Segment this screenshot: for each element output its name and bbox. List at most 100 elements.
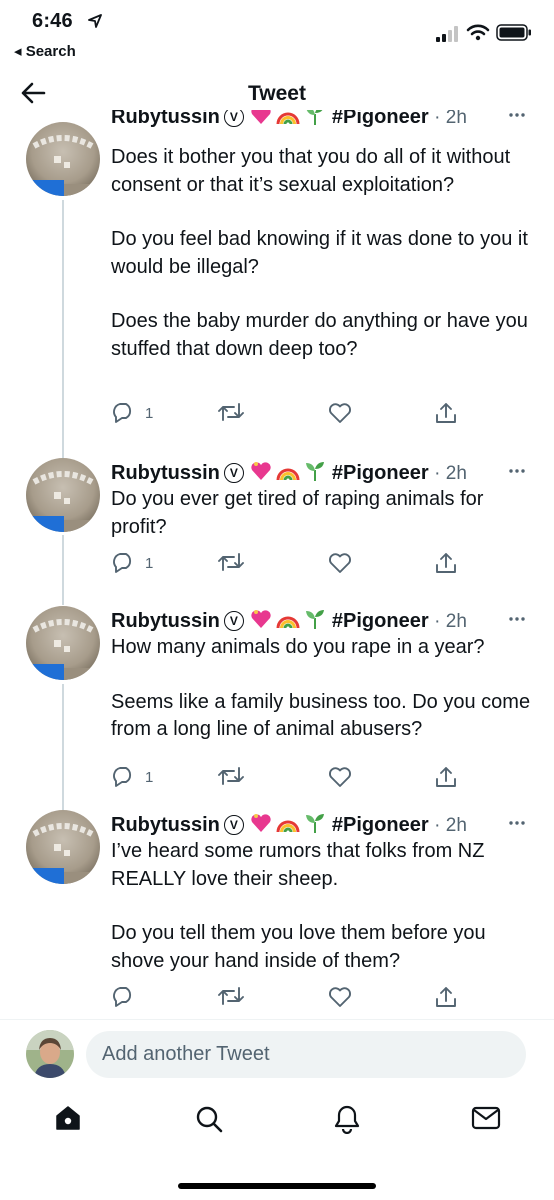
retweet-icon	[218, 987, 244, 1005]
home-indicator[interactable]	[178, 1183, 376, 1189]
like-button[interactable]	[328, 766, 352, 788]
messages-icon[interactable]	[471, 1104, 501, 1132]
tweet-header: Rubytussin V #Pigoneer · 2h	[111, 110, 541, 132]
emoji-group	[250, 110, 326, 135]
like-button[interactable]	[328, 402, 352, 424]
share-icon	[436, 987, 456, 1007]
rainbow-icon	[276, 820, 300, 833]
share-button[interactable]	[435, 986, 457, 1008]
tweet-header: Rubytussin V #Pigoneer · 2h	[111, 606, 541, 636]
like-icon	[329, 987, 351, 1007]
vegan-badge: V	[223, 463, 244, 483]
like-icon	[329, 553, 351, 573]
cellular-signal-icon	[436, 26, 458, 42]
avatar[interactable]	[26, 458, 100, 532]
hashtag[interactable]: #Pigoneer	[332, 110, 429, 128]
reply-input[interactable]	[86, 1031, 526, 1078]
search-icon[interactable]	[194, 1104, 224, 1134]
retweet-button[interactable]	[218, 986, 244, 1006]
tweet-paragraph: Do you feel bad knowing if it was done t…	[111, 228, 528, 278]
reply-button[interactable]	[111, 986, 145, 1008]
avatar-image	[26, 1030, 74, 1078]
tweet-item[interactable]: Rubytussin V #Pigoneer · 2h Do you ever g…	[0, 458, 554, 598]
tweet-item[interactable]: Rubytussin V #Pigoneer · 2h Does it bothe…	[0, 110, 554, 436]
battery-icon	[496, 24, 531, 41]
share-button[interactable]	[435, 766, 457, 788]
retweet-button[interactable]	[218, 766, 244, 786]
reply-button[interactable]: 1	[111, 402, 153, 424]
tweet-paragraph: Do you tell them you love them before yo…	[111, 922, 486, 972]
like-icon	[329, 403, 351, 423]
tweet-time: · 2h	[434, 110, 467, 128]
sparkling-heart-icon	[251, 814, 271, 832]
tweet-text: Does it bother you that you do all of it…	[111, 144, 531, 363]
reply-count: 1	[145, 404, 154, 422]
more-icon[interactable]	[508, 820, 526, 826]
retweet-button[interactable]	[218, 552, 244, 572]
seedling-icon	[305, 462, 324, 481]
wifi-icon	[466, 24, 490, 41]
avatar-image	[26, 606, 100, 680]
tweet-paragraph: Seems like a family business too. Do you…	[111, 690, 531, 741]
like-button[interactable]	[328, 986, 352, 1008]
retweet-button[interactable]	[218, 402, 244, 422]
tweet-item[interactable]: Rubytussin V #Pigoneer · 2h I’ve heard so…	[0, 810, 554, 1020]
sparkling-heart-icon	[251, 610, 271, 628]
seedling-icon	[305, 610, 324, 629]
vegan-badge: V	[223, 815, 244, 835]
tweet-paragraph: How many animals do you rape in a year?	[111, 636, 485, 658]
share-icon	[436, 767, 456, 787]
retweet-icon	[218, 403, 244, 421]
like-button[interactable]	[328, 552, 352, 574]
sparkling-heart-icon	[251, 462, 271, 480]
more-icon[interactable]	[508, 112, 526, 118]
tweet-time: · 2h	[434, 611, 467, 632]
reply-button[interactable]: 1	[111, 766, 153, 788]
tweet-text: Do you ever get tired of raping animals …	[111, 486, 531, 541]
avatar-image	[26, 458, 100, 532]
tweet-time: · 2h	[434, 815, 467, 836]
sparkling-heart-icon	[251, 110, 271, 124]
home-icon[interactable]	[54, 1104, 82, 1132]
author-name[interactable]: Rubytussin	[111, 610, 220, 632]
seedling-icon	[305, 814, 324, 833]
current-user-avatar[interactable]	[26, 1030, 74, 1078]
page-title: Tweet	[248, 82, 306, 105]
share-button[interactable]	[435, 402, 457, 424]
tweet-text: How many animals do you rape in a year? …	[111, 634, 531, 744]
vegan-badge: V	[223, 611, 244, 631]
tweet-header: Rubytussin V #Pigoneer · 2h	[111, 810, 541, 840]
notifications-icon[interactable]	[333, 1104, 361, 1134]
avatar-image	[26, 810, 100, 884]
tweet-actions	[0, 986, 554, 1016]
hashtag[interactable]: #Pigoneer	[332, 462, 429, 484]
reply-count: 1	[145, 768, 154, 786]
retweet-icon	[218, 767, 244, 785]
rainbow-icon	[276, 468, 300, 481]
more-icon[interactable]	[508, 468, 526, 474]
seedling-icon	[306, 110, 323, 125]
like-icon	[329, 767, 351, 787]
reply-icon	[113, 403, 132, 423]
author-name[interactable]: Rubytussin	[111, 462, 220, 484]
reply-icon	[113, 767, 132, 787]
author-name[interactable]: Rubytussin	[111, 814, 220, 836]
tweet-item[interactable]: Rubytussin V #Pigoneer · 2h How many anim…	[0, 606, 554, 806]
avatar[interactable]	[26, 606, 100, 680]
rainbow-icon	[276, 616, 300, 629]
avatar[interactable]	[26, 810, 100, 884]
hashtag[interactable]: #Pigoneer	[332, 814, 429, 836]
rainbow-icon	[276, 112, 300, 125]
author-name[interactable]: Rubytussin	[111, 110, 220, 128]
tweet-paragraph: I’ve heard some rumors that folks from N…	[111, 840, 485, 890]
share-button[interactable]	[435, 552, 457, 574]
vegan-badge: V	[223, 110, 244, 127]
avatar[interactable]	[26, 122, 100, 196]
reply-count: 1	[145, 554, 154, 572]
status-time: 6:46	[32, 10, 73, 32]
back-to-app-link[interactable]: ◂ Search	[14, 42, 76, 60]
reply-button[interactable]: 1	[111, 552, 153, 574]
tweet-actions: 1	[0, 552, 554, 582]
hashtag[interactable]: #Pigoneer	[332, 610, 429, 632]
more-icon[interactable]	[508, 616, 526, 622]
